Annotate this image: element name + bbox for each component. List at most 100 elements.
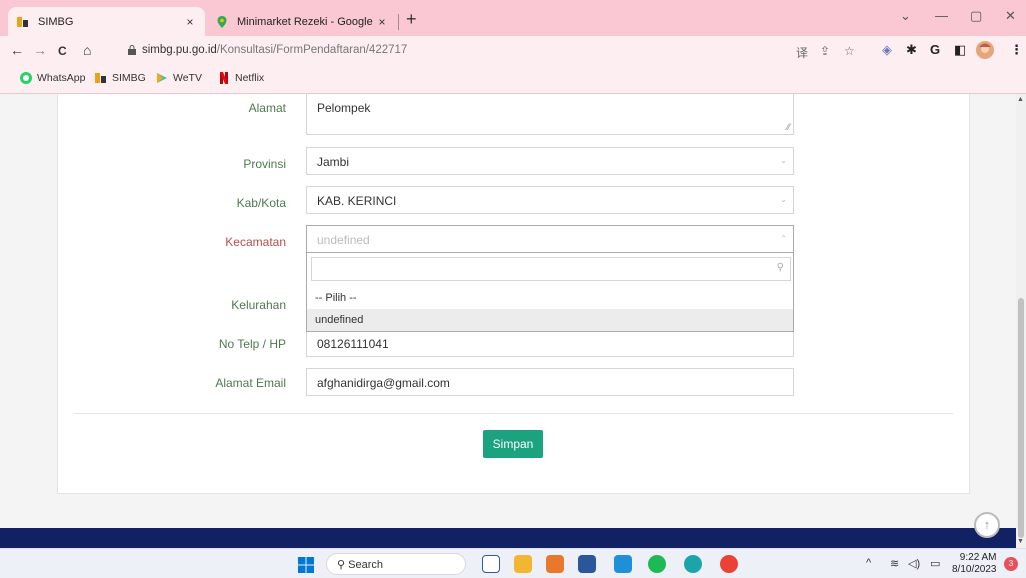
tab-close-icon[interactable]: × <box>375 15 389 29</box>
label-alamat: Alamat <box>248 101 286 115</box>
chevron-down-icon: ⌄ <box>780 195 787 204</box>
kab-kota-value: KAB. KERINCI <box>317 194 397 208</box>
resize-handle-icon[interactable]: ⁄⁄ <box>787 122 790 132</box>
file-explorer-icon[interactable] <box>514 555 532 573</box>
lock-icon <box>128 45 136 55</box>
page-footer <box>0 528 1016 548</box>
label-kelurahan: Kelurahan <box>231 298 286 312</box>
bing-icon[interactable] <box>482 555 500 573</box>
extensions-puzzle-icon[interactable]: ✱ <box>906 42 917 58</box>
taskbar-clock[interactable]: 9:22 AM 8/10/2023 <box>952 552 997 576</box>
dropdown-option-undefined[interactable]: undefined <box>307 309 793 331</box>
email-input[interactable]: afghanidirga@gmail.com <box>306 368 794 396</box>
edge-icon[interactable] <box>684 555 702 573</box>
chevron-up-icon: ⌃ <box>780 234 787 243</box>
back-to-top-button[interactable]: ↑ <box>974 512 1000 538</box>
notification-badge[interactable]: 3 <box>1004 557 1018 571</box>
tab-title: SIMBG <box>38 15 74 28</box>
provinsi-select[interactable]: Jambi ⌄ <box>306 147 794 175</box>
tab-search-icon[interactable]: ⌄ <box>900 8 911 24</box>
browser-tab-strip: SIMBG × Minimarket Rezeki - Google Ma × … <box>0 0 1026 36</box>
alamat-textarea[interactable]: Pelompek ⁄⁄ <box>306 94 794 135</box>
label-email: Alamat Email <box>215 376 286 390</box>
dropdown-option-pilih[interactable]: -- Pilih -- <box>307 287 793 309</box>
bookmark-label: WhatsApp <box>37 72 86 84</box>
phone-value: 08126111041 <box>317 337 389 351</box>
reload-icon[interactable]: C <box>58 44 67 58</box>
tray-chevron-icon[interactable]: ^ <box>866 557 871 569</box>
g-extension-icon[interactable]: G <box>930 42 940 57</box>
scroll-down-arrow-icon[interactable]: ▼ <box>1017 538 1024 545</box>
bookmark-whatsapp[interactable]: WhatsApp <box>20 72 85 84</box>
address-bar[interactable]: simbg.pu.go.id/Konsultasi/FormPendaftara… <box>116 39 866 63</box>
provinsi-value: Jambi <box>317 155 350 169</box>
label-provinsi: Provinsi <box>243 157 286 171</box>
xampp-icon[interactable] <box>546 555 564 573</box>
search-icon: ⚲ <box>776 262 784 273</box>
alamat-value: Pelompek <box>317 101 371 115</box>
shield-extension-icon[interactable]: ◈ <box>882 42 892 58</box>
minimize-icon[interactable]: — <box>935 8 948 23</box>
bookmark-simbg[interactable]: SIMBG <box>95 72 146 84</box>
simpan-button[interactable]: Simpan <box>483 430 543 458</box>
side-panel-icon[interactable]: ◧ <box>954 42 966 58</box>
windows-start-icon[interactable] <box>298 557 314 573</box>
tab-google-maps[interactable]: Minimarket Rezeki - Google Ma × <box>207 7 397 36</box>
profile-avatar[interactable] <box>976 41 994 59</box>
spotify-icon[interactable] <box>648 555 666 573</box>
new-tab-icon[interactable]: + <box>406 10 417 28</box>
back-icon[interactable]: ← <box>10 42 24 58</box>
maximize-icon[interactable]: ▢ <box>970 8 982 24</box>
phone-input[interactable]: 08126111041 <box>306 329 794 357</box>
tab-separator <box>398 14 399 30</box>
label-kecamatan: Kecamatan <box>225 235 286 249</box>
form-divider <box>73 413 953 414</box>
vscode-icon[interactable] <box>614 555 632 573</box>
label-no-telp: No Telp / HP <box>218 337 286 351</box>
wetv-icon <box>157 73 167 83</box>
tab-simbg[interactable]: SIMBG × <box>8 7 205 36</box>
share-icon[interactable]: ⇪ <box>820 44 830 58</box>
google-maps-pin-icon <box>217 15 227 28</box>
bookmark-wetv[interactable]: WeTV <box>156 72 202 84</box>
kecamatan-value: undefined <box>317 233 370 247</box>
email-value: afghanidirga@gmail.com <box>317 376 450 390</box>
bookmark-star-icon[interactable]: ☆ <box>844 44 855 58</box>
tab-title: Minimarket Rezeki - Google Ma <box>237 15 375 28</box>
volume-icon[interactable]: ◁) <box>908 557 920 570</box>
bookmark-label: Netflix <box>235 72 265 84</box>
battery-icon[interactable]: ▭ <box>930 557 940 570</box>
close-window-icon[interactable]: ✕ <box>1005 8 1016 24</box>
simbg-icon <box>95 73 106 83</box>
browser-menu-icon[interactable]: ⋮ <box>1010 42 1023 58</box>
browser-toolbar: ← → C ⌂ simbg.pu.go.id/Konsultasi/FormPe… <box>0 36 1026 66</box>
kecamatan-dropdown: ⚲ -- Pilih -- undefined <box>306 253 794 332</box>
forward-icon[interactable]: → <box>33 42 47 58</box>
tab-close-icon[interactable]: × <box>183 15 197 29</box>
clock-time: 9:22 AM <box>959 552 997 563</box>
word-icon[interactable] <box>578 555 596 573</box>
dropdown-search-input[interactable]: ⚲ <box>311 257 791 281</box>
label-kab-kota: Kab/Kota <box>236 196 286 210</box>
page-scrollbar[interactable]: ▲ ▼ <box>1016 94 1026 548</box>
kecamatan-select[interactable]: undefined ⌃ <box>306 225 794 253</box>
scroll-up-arrow-icon[interactable]: ▲ <box>1017 96 1024 103</box>
netflix-icon <box>220 72 228 84</box>
registration-form-card: Alamat Pelompek ⁄⁄ Provinsi Jambi ⌄ Kab/… <box>57 94 970 494</box>
chrome-icon[interactable] <box>720 555 738 573</box>
url-text: simbg.pu.go.id/Konsultasi/FormPendaftara… <box>142 44 408 56</box>
bookmarks-bar: WhatsApp SIMBG WeTV Netflix <box>0 66 1026 94</box>
taskbar-search-box[interactable]: ⚲ Search <box>326 553 466 575</box>
page-viewport: Alamat Pelompek ⁄⁄ Provinsi Jambi ⌄ Kab/… <box>0 94 1016 548</box>
whatsapp-icon <box>20 72 32 84</box>
chevron-down-icon: ⌄ <box>780 156 787 165</box>
wifi-icon[interactable]: ≋ <box>890 557 899 570</box>
windows-taskbar: ⚲ Search ^ ≋ ◁) ▭ 9:22 AM 8/10/2023 3 <box>0 548 1026 578</box>
kab-kota-select[interactable]: KAB. KERINCI ⌄ <box>306 186 794 214</box>
scrollbar-thumb[interactable] <box>1018 298 1024 538</box>
home-icon[interactable]: ⌂ <box>83 42 91 58</box>
bookmark-netflix[interactable]: Netflix <box>218 72 264 84</box>
simbg-favicon-icon <box>17 16 28 27</box>
translate-icon[interactable]: 译 <box>796 44 808 61</box>
search-icon: ⚲ <box>337 559 349 571</box>
